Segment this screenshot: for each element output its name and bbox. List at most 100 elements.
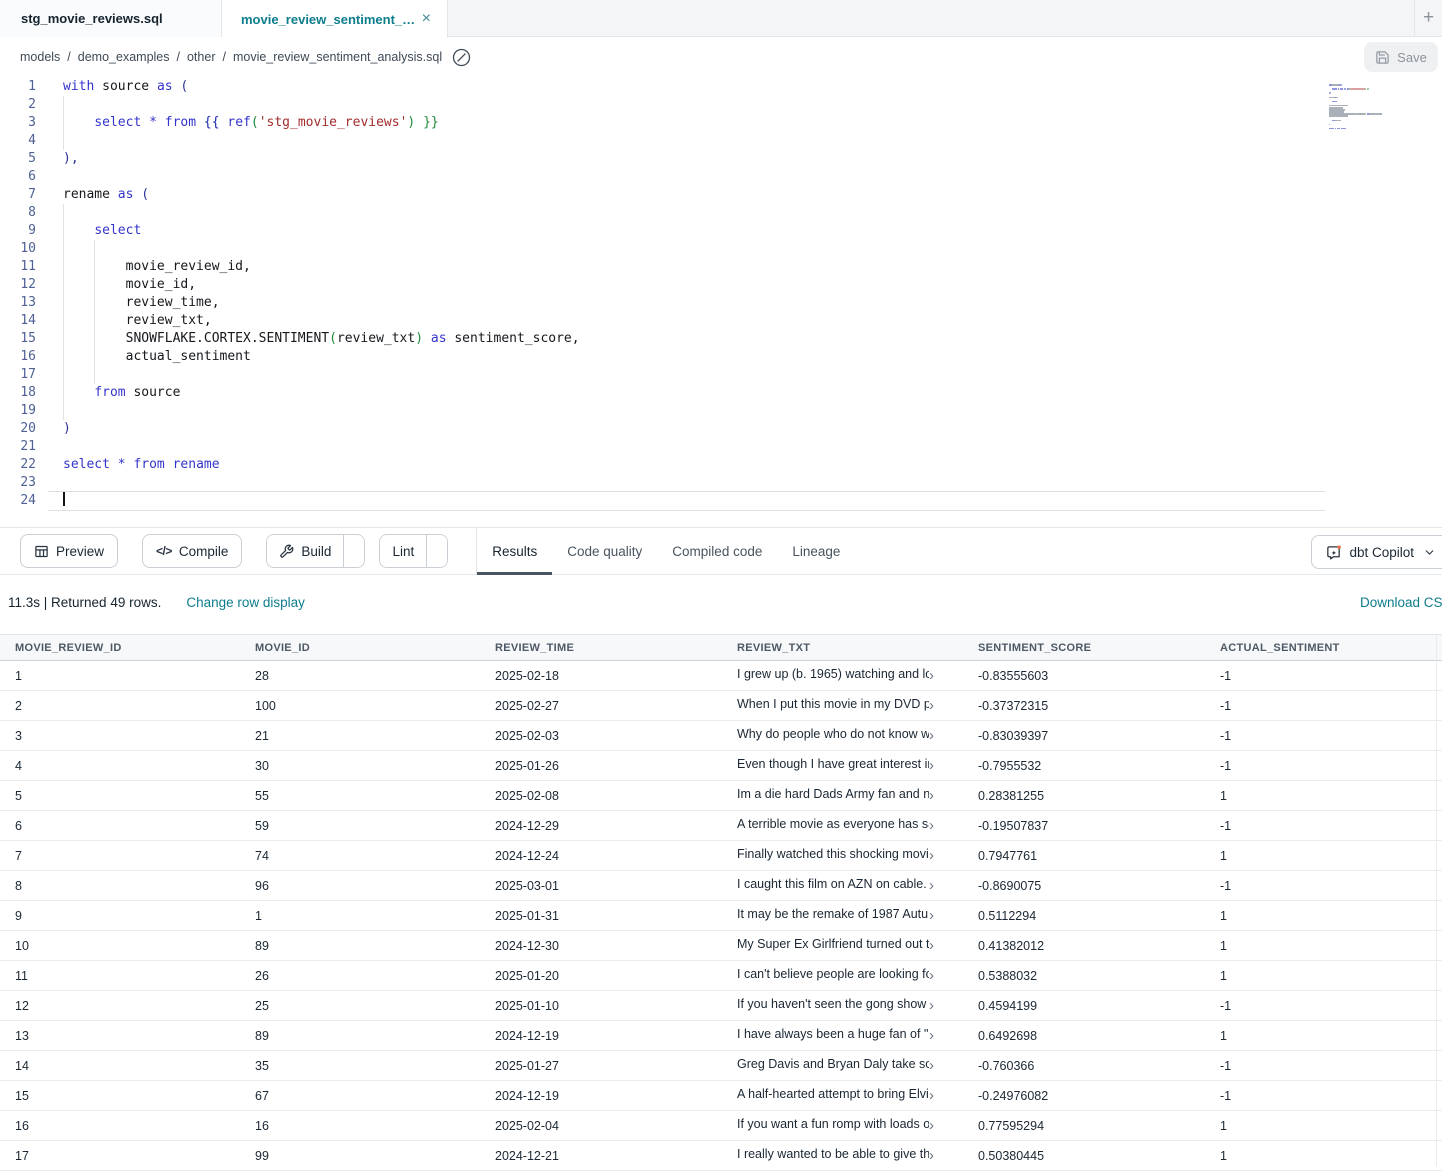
- file-indicator-icon[interactable]: [452, 48, 471, 67]
- table-row: 4302025-01-26Even though I have great in…: [0, 751, 1442, 781]
- table-cell: 2025-01-26: [480, 759, 722, 773]
- expand-review-icon[interactable]: ›: [929, 1117, 934, 1132]
- column-header-actual_sentiment[interactable]: ACTUAL_SENTIMENT: [1205, 642, 1442, 654]
- code-line[interactable]: 4: [0, 132, 1325, 150]
- table-cell: -1: [1205, 1089, 1442, 1103]
- change-row-display-link[interactable]: Change row display: [186, 595, 305, 610]
- code-line[interactable]: 21: [0, 438, 1325, 456]
- code-line[interactable]: 17: [0, 366, 1325, 384]
- tab-bar-spacer: [448, 0, 1414, 36]
- table-cell: Finally watched this shocking movie la…›: [722, 847, 963, 864]
- table-cell: 30: [240, 759, 480, 773]
- new-tab-button[interactable]: +: [1414, 0, 1442, 36]
- code-line[interactable]: 6: [0, 168, 1325, 186]
- code-line[interactable]: 8: [0, 204, 1325, 222]
- build-dropdown-button[interactable]: [343, 535, 364, 567]
- column-header-review_txt[interactable]: REVIEW_TXT: [722, 642, 963, 654]
- close-tab-icon[interactable]: ×: [420, 10, 433, 28]
- expand-review-icon[interactable]: ›: [929, 847, 934, 862]
- lint-button[interactable]: Lint: [380, 535, 426, 567]
- preview-label: Preview: [56, 544, 104, 559]
- code-line[interactable]: 3 select * from {{ ref('stg_movie_review…: [0, 114, 1325, 132]
- expand-review-icon[interactable]: ›: [929, 787, 934, 802]
- line-number: 14: [0, 312, 48, 330]
- expand-review-icon[interactable]: ›: [929, 967, 934, 982]
- table-row: 912025-01-31It may be the remake of 1987…: [0, 901, 1442, 931]
- code-line[interactable]: 12 movie_id,: [0, 276, 1325, 294]
- column-header-review_time[interactable]: REVIEW_TIME: [480, 642, 722, 654]
- line-number: 9: [0, 222, 48, 240]
- expand-review-icon[interactable]: ›: [929, 1027, 934, 1042]
- table-cell: 74: [240, 849, 480, 863]
- table-icon: [34, 544, 49, 559]
- file-tab-movie-review-sentiment[interactable]: movie_review_sentiment_… ×: [222, 0, 448, 38]
- column-header-movie_review_id[interactable]: MOVIE_REVIEW_ID: [0, 642, 240, 654]
- expand-review-icon[interactable]: ›: [929, 937, 934, 952]
- lint-dropdown-button[interactable]: [426, 535, 447, 567]
- table-row: 7742024-12-24Finally watched this shocki…: [0, 841, 1442, 871]
- code-line[interactable]: 19: [0, 402, 1325, 420]
- code-line[interactable]: 2: [0, 96, 1325, 114]
- breadcrumb-segment[interactable]: other: [187, 50, 216, 64]
- code-line[interactable]: 5),: [0, 150, 1325, 168]
- expand-review-icon[interactable]: ›: [929, 697, 934, 712]
- tab-compiled-code[interactable]: Compiled code: [657, 527, 777, 575]
- code-line[interactable]: 10: [0, 240, 1325, 258]
- code-line[interactable]: 20): [0, 420, 1325, 438]
- save-label: Save: [1397, 50, 1427, 65]
- code-line[interactable]: 11 movie_review_id,: [0, 258, 1325, 276]
- code-line[interactable]: 24: [0, 492, 1325, 510]
- table-cell: -1: [1205, 729, 1442, 743]
- expand-review-icon[interactable]: ›: [929, 667, 934, 682]
- file-tab-bar: stg_movie_reviews.sql movie_review_senti…: [0, 0, 1442, 37]
- preview-button[interactable]: Preview: [20, 534, 118, 568]
- breadcrumb-segment[interactable]: demo_examples: [78, 50, 170, 64]
- expand-review-icon[interactable]: ›: [929, 757, 934, 772]
- table-cell: 100: [240, 699, 480, 713]
- code-line[interactable]: 22select * from rename: [0, 456, 1325, 474]
- save-button[interactable]: Save: [1364, 42, 1438, 72]
- expand-review-icon[interactable]: ›: [929, 877, 934, 892]
- table-cell: 26: [240, 969, 480, 983]
- expand-review-icon[interactable]: ›: [929, 817, 934, 832]
- expand-review-icon[interactable]: ›: [929, 727, 934, 742]
- code-line[interactable]: 9 select: [0, 222, 1325, 240]
- expand-review-icon[interactable]: ›: [929, 1087, 934, 1102]
- code-line[interactable]: 15 SNOWFLAKE.CORTEX.SENTIMENT(review_txt…: [0, 330, 1325, 348]
- tab-code-quality[interactable]: Code quality: [552, 527, 657, 575]
- code-line[interactable]: 1with source as (: [0, 78, 1325, 96]
- code-line[interactable]: 14 review_txt,: [0, 312, 1325, 330]
- expand-review-icon[interactable]: ›: [929, 907, 934, 922]
- code-line[interactable]: 23: [0, 474, 1325, 492]
- table-cell: -0.8690075: [963, 879, 1205, 893]
- code-line[interactable]: 18 from source: [0, 384, 1325, 402]
- table-cell: 0.5112294: [963, 909, 1205, 923]
- table-cell: 2024-12-21: [480, 1149, 722, 1163]
- table-cell: A terrible movie as everyone has said. ……: [722, 817, 963, 834]
- table-cell: 2024-12-30: [480, 939, 722, 953]
- wrench-icon: [279, 544, 294, 559]
- minimap[interactable]: [1329, 84, 1397, 134]
- tab-results[interactable]: Results: [477, 527, 552, 575]
- code-editor[interactable]: 1with source as (23 select * from {{ ref…: [0, 76, 1442, 527]
- expand-review-icon[interactable]: ›: [929, 1147, 934, 1162]
- tab-lineage[interactable]: Lineage: [777, 527, 855, 575]
- breadcrumb-segment[interactable]: models: [20, 50, 60, 64]
- dbt-copilot-button[interactable]: dbt Copilot: [1311, 535, 1442, 569]
- download-csv-link[interactable]: Download CSV: [1360, 595, 1442, 610]
- expand-review-icon[interactable]: ›: [929, 1057, 934, 1072]
- build-button[interactable]: Build: [267, 535, 343, 567]
- column-header-movie_id[interactable]: MOVIE_ID: [240, 642, 480, 654]
- code-editor-lines[interactable]: 1with source as (23 select * from {{ ref…: [0, 76, 1325, 510]
- column-header-sentiment_score[interactable]: SENTIMENT_SCORE: [963, 642, 1205, 654]
- table-cell: 1: [1205, 969, 1442, 983]
- table-cell: -1: [1205, 669, 1442, 683]
- compile-button[interactable]: </> Compile: [142, 534, 242, 568]
- file-tab-stg-movie-reviews[interactable]: stg_movie_reviews.sql: [0, 0, 222, 37]
- code-line[interactable]: 16 actual_sentiment: [0, 348, 1325, 366]
- code-line[interactable]: 7rename as (: [0, 186, 1325, 204]
- code-line[interactable]: 13 review_time,: [0, 294, 1325, 312]
- table-cell: 9: [0, 909, 240, 923]
- breadcrumb-segment[interactable]: movie_review_sentiment_analysis.sql: [233, 50, 442, 64]
- expand-review-icon[interactable]: ›: [929, 997, 934, 1012]
